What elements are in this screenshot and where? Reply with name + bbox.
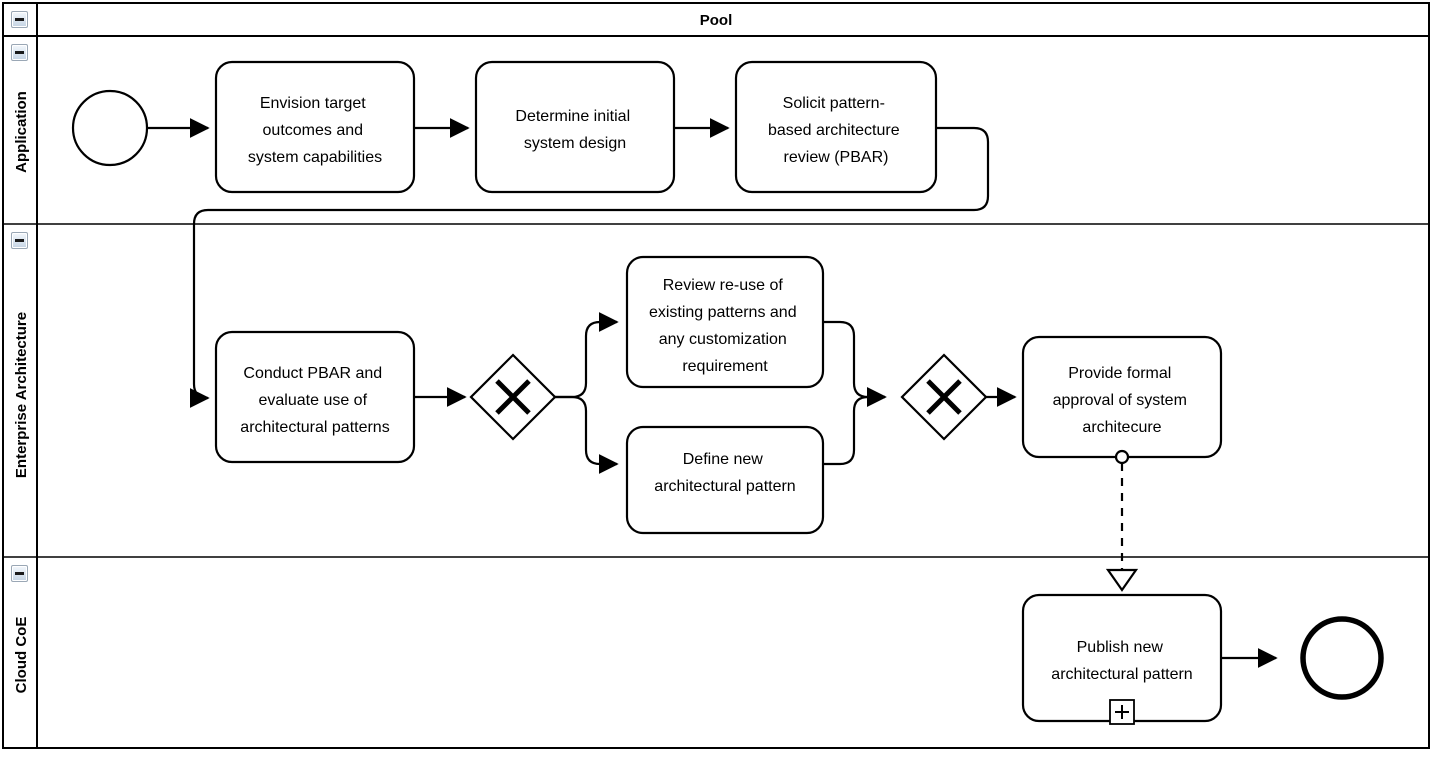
lane-title-enterprise-architecture: Enterprise Architecture: [13, 312, 30, 478]
end-event[interactable]: [1300, 616, 1384, 700]
bpmn-diagram-canvas: Pool Application Enterprise Architecture…: [0, 0, 1432, 760]
task-envision-label: Envision target outcomes and system capa…: [248, 95, 382, 166]
task-solicit-label: Solicit pattern- based architecture revi…: [768, 95, 904, 166]
minus-box-icon: [15, 51, 24, 54]
minus-box-icon: [15, 18, 24, 21]
task-conduct-label: Conduct PBAR and evaluate use of archite…: [240, 365, 389, 436]
lane-collapse-button-application[interactable]: [11, 44, 28, 61]
minus-box-icon: [15, 239, 24, 242]
bpmn-svg: Pool Application Enterprise Architecture…: [2, 2, 1430, 749]
message-flow-source-dot: [1114, 449, 1130, 465]
lane-title-cloud-coe: Cloud CoE: [13, 617, 30, 694]
start-event[interactable]: [71, 89, 149, 167]
lane-collapse-button-enterprise-architecture[interactable]: [11, 232, 28, 249]
pool-collapse-button[interactable]: [11, 11, 28, 28]
task-determine-initial-system-design[interactable]: [474, 60, 676, 194]
lane-collapse-button-cloud-coe[interactable]: [11, 565, 28, 582]
pool-title: Pool: [700, 12, 733, 29]
subprocess-marker[interactable]: [1109, 699, 1135, 725]
minus-box-icon: [15, 572, 24, 575]
lane-title-application: Application: [13, 91, 30, 173]
